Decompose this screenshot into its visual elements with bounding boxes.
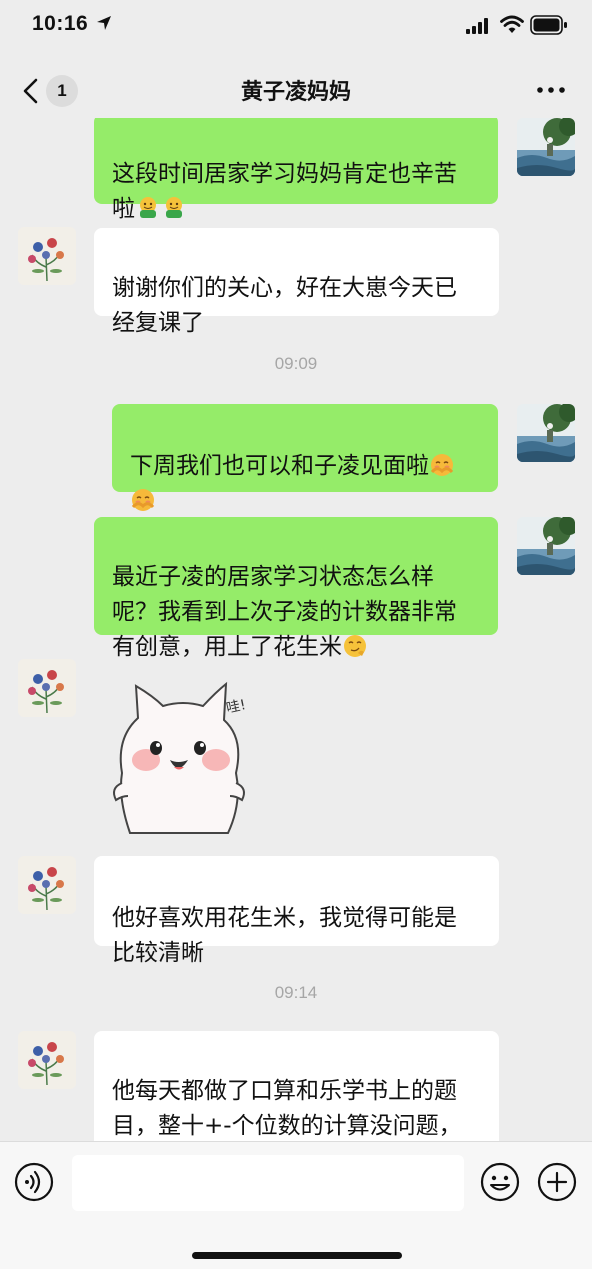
grin-emoji-icon bbox=[161, 195, 187, 221]
more-options-icon[interactable] bbox=[536, 86, 566, 94]
grin-emoji-icon bbox=[135, 195, 161, 221]
status-bar: 10:16 bbox=[0, 0, 592, 52]
message-bubble[interactable]: 最近子凌的居家学习状态怎么样 呢？我看到上次子凌的计数器非常 有创意，用上了花生… bbox=[94, 517, 498, 660]
emoji-icon[interactable] bbox=[480, 1162, 520, 1202]
timestamp: 09:09 bbox=[274, 354, 318, 373]
message-text: 他好喜欢用花生米，我觉得可能是 比较清晰 bbox=[112, 905, 457, 966]
message-input[interactable] bbox=[72, 1155, 464, 1211]
contact-avatar[interactable] bbox=[18, 1031, 76, 1089]
sticker-exclamation: 哇! bbox=[224, 697, 248, 717]
shy-face-emoji-icon bbox=[429, 452, 455, 478]
message-bubble[interactable]: 他好喜欢用花生米，我觉得可能是 比较清晰 bbox=[94, 856, 499, 966]
self-avatar[interactable] bbox=[517, 404, 575, 462]
message-bubble[interactable]: 谢谢你们的关心，好在大崽今天已 经复课了 bbox=[94, 228, 499, 336]
message-bubble[interactable]: 下周我们也可以和子凌见面啦 bbox=[112, 404, 498, 492]
cat-sticker[interactable]: 哇! bbox=[108, 678, 258, 838]
plus-icon[interactable] bbox=[537, 1162, 577, 1202]
shy-face-emoji-icon bbox=[130, 487, 156, 513]
chat-title: 黄子凌妈妈 bbox=[240, 80, 351, 105]
voice-icon[interactable] bbox=[14, 1162, 54, 1202]
status-time: 10:16 bbox=[32, 12, 89, 35]
self-avatar[interactable] bbox=[517, 517, 575, 575]
message-text: 下周我们也可以和子凌见面啦 bbox=[130, 453, 429, 479]
wifi-icon bbox=[500, 15, 524, 33]
message-bubble[interactable]: 他每天都做了口算和乐学书上的题 目，整十+-个位数的计算没问题， 能够理解 bbox=[94, 1031, 499, 1141]
contact-avatar[interactable] bbox=[18, 227, 76, 285]
location-arrow-icon bbox=[97, 16, 111, 30]
smirk-emoji-icon bbox=[342, 633, 368, 659]
contact-avatar[interactable] bbox=[18, 856, 76, 914]
cellular-signal-icon bbox=[466, 18, 488, 34]
input-bar bbox=[0, 1141, 592, 1269]
timestamp: 09:14 bbox=[274, 983, 318, 1002]
home-indicator bbox=[192, 1252, 402, 1259]
message-text: 他每天都做了口算和乐学书上的题 目，整十+-个位数的计算没问题， 能够理解 bbox=[112, 1078, 462, 1139]
chat-history[interactable]: 这段时间居家学习妈妈肯定也辛苦 啦 谢谢你们的关心，好在大崽今天已 经复课了 0… bbox=[0, 118, 592, 1141]
nav-bar: 1 黄子凌妈妈 bbox=[0, 62, 592, 118]
message-text: 谢谢你们的关心，好在大崽今天已 经复课了 bbox=[112, 275, 457, 336]
message-bubble[interactable]: 这段时间居家学习妈妈肯定也辛苦 啦 bbox=[94, 118, 498, 222]
self-avatar[interactable] bbox=[517, 118, 575, 176]
battery-icon bbox=[530, 15, 567, 35]
contact-avatar[interactable] bbox=[18, 659, 76, 717]
message-text: 最近子凌的居家学习状态怎么样 呢？我看到上次子凌的计数器非常 有创意，用上了花生… bbox=[112, 564, 457, 660]
